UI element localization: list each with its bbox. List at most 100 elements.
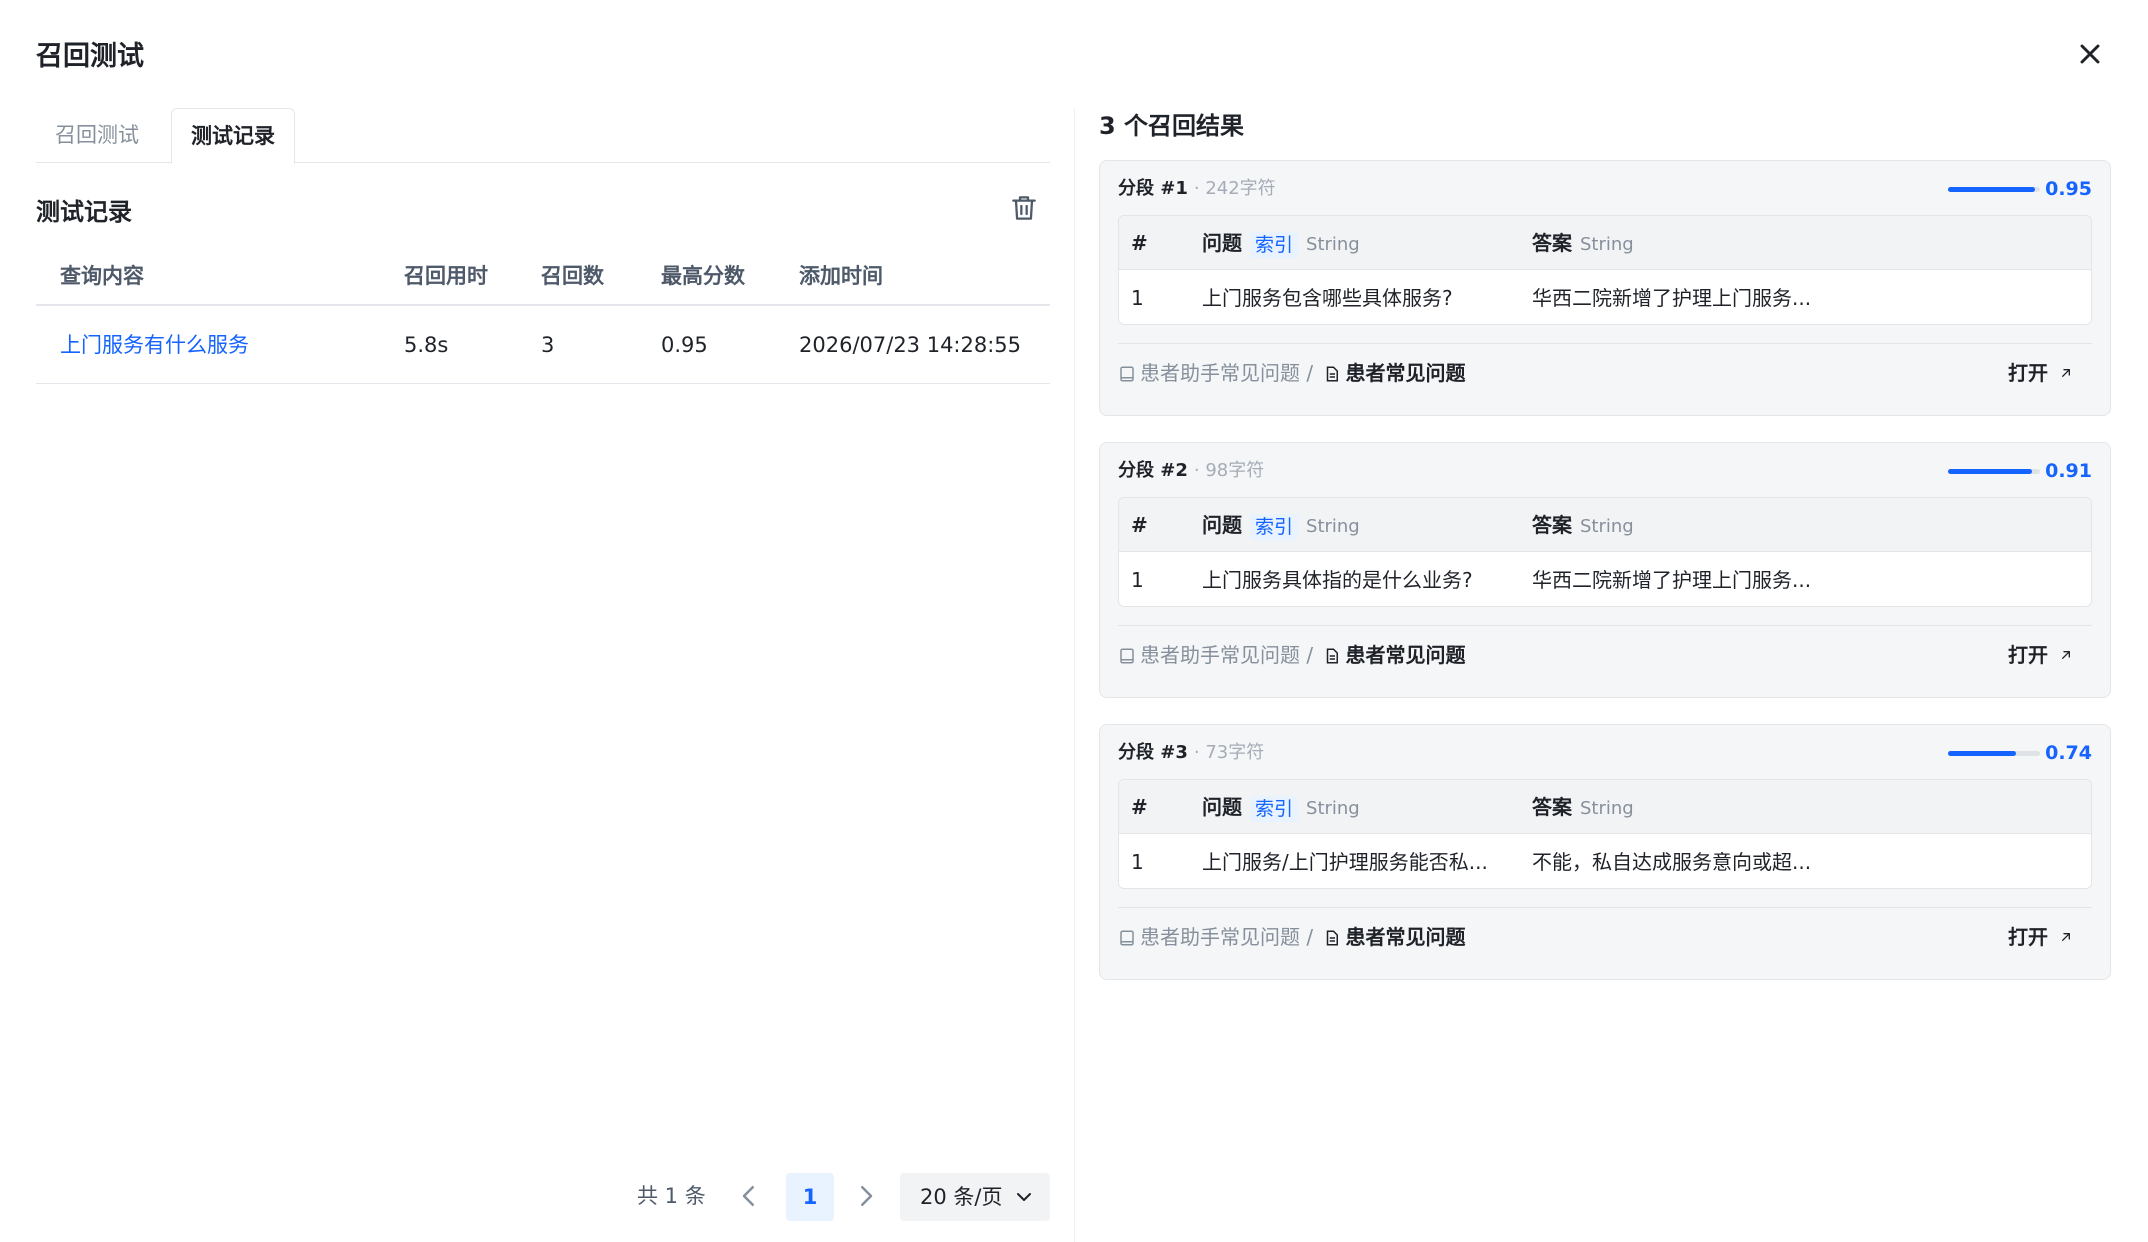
doc-name[interactable]: 患者常见问题 xyxy=(1345,643,1465,667)
result-card: 分段 #1 · 242字符 0.95 # 问题 索引 String 答案 String … xyxy=(1099,160,2111,416)
row-num: 1 xyxy=(1131,850,1144,874)
segment-footer: 患者助手常见问题 / 患者常见问题 打开 xyxy=(1118,907,2092,963)
records-panel: 召回测试 测试记录 测试记录 查询内容 召回用时 召回数 最高分数 添加时间 上… xyxy=(36,108,1050,1228)
col-question: 问题 索引 String xyxy=(1202,231,1360,258)
prev-page-button[interactable] xyxy=(734,1181,764,1211)
score-indicator: 0.91 xyxy=(1932,459,2092,483)
score-bar xyxy=(1948,751,2040,756)
answer-type: String xyxy=(1580,234,1634,255)
question-type: String xyxy=(1306,798,1360,819)
answer-cell: 华西二院新增了护理上门服务... xyxy=(1532,568,1812,592)
col-query: 查询内容 xyxy=(60,264,144,288)
page-size-value: 20 条/页 xyxy=(920,1185,1003,1209)
external-link-icon xyxy=(2062,369,2070,377)
external-link-icon xyxy=(2062,651,2070,659)
open-button[interactable]: 打开 xyxy=(2008,640,2074,670)
query-link[interactable]: 上门服务有什么服务 xyxy=(60,306,249,384)
question-cell: 上门服务具体指的是什么业务? xyxy=(1202,568,1473,592)
score-fill xyxy=(1948,469,2032,474)
book-icon xyxy=(1120,648,1134,664)
tab-bar: 召回测试 测试记录 xyxy=(36,108,1050,164)
chevron-left-icon xyxy=(742,1186,754,1206)
result-card: 分段 #3 · 73字符 0.74 # 问题 索引 String 答案 String 1… xyxy=(1099,724,2111,980)
added-at-cell: 2026/07/23 14:28:55 xyxy=(799,333,1022,357)
segment-label: 分段 #3 xyxy=(1118,742,1188,763)
doc-name[interactable]: 患者常见问题 xyxy=(1345,925,1465,949)
source-breadcrumb: 患者助手常见问题 / 患者常见问题 xyxy=(1118,922,1465,952)
panel-divider xyxy=(1074,108,1075,1242)
close-button[interactable] xyxy=(2074,38,2106,70)
document-icon xyxy=(1327,648,1339,664)
answer-type: String xyxy=(1580,798,1634,819)
page-number-current[interactable]: 1 xyxy=(786,1173,834,1221)
col-answer: 答案 String xyxy=(1532,231,1634,255)
score-bar xyxy=(1948,187,2040,192)
doc-name[interactable]: 患者常见问题 xyxy=(1345,361,1465,385)
trash-icon xyxy=(1012,196,1036,220)
score-fill xyxy=(1948,751,2017,756)
pagination: 共 1 条 1 20 条/页 xyxy=(36,1171,1050,1221)
results-panel: 3 个召回结果 分段 #1 · 242字符 0.95 # 问题 索引 String 答… xyxy=(1099,108,2111,1228)
result-card: 分段 #2 · 98字符 0.91 # 问题 索引 String 答案 String 1… xyxy=(1099,442,2111,698)
index-tag: 索引 xyxy=(1250,795,1299,822)
score-value: 0.95 xyxy=(2045,178,2092,200)
question-type: String xyxy=(1306,516,1360,537)
segment-table-header: # 问题 索引 String 答案 String xyxy=(1119,780,2091,834)
score-value: 0.91 xyxy=(2045,460,2092,482)
open-button[interactable]: 打开 xyxy=(2008,358,2074,388)
col-top-score: 最高分数 xyxy=(661,264,745,288)
document-icon xyxy=(1327,366,1339,382)
clear-records-button[interactable] xyxy=(1008,192,1040,224)
answer-cell: 华西二院新增了护理上门服务... xyxy=(1532,286,1812,310)
segment-row: 1 上门服务具体指的是什么业务? 华西二院新增了护理上门服务... xyxy=(1119,553,2091,606)
kb-name[interactable]: 患者助手常见问题 xyxy=(1140,643,1300,667)
answer-type: String xyxy=(1580,516,1634,537)
kb-name[interactable]: 患者助手常见问题 xyxy=(1140,361,1300,385)
col-num: # xyxy=(1131,795,1148,819)
recall-test-modal: 召回测试 召回测试 测试记录 测试记录 查询内容 召回用时 召回数 最高分数 添… xyxy=(0,0,2148,1242)
chevron-down-icon xyxy=(1017,1193,1031,1201)
external-link-icon xyxy=(2062,933,2070,941)
source-breadcrumb: 患者助手常见问题 / 患者常见问题 xyxy=(1118,640,1465,670)
book-icon xyxy=(1120,930,1134,946)
segment-table-header: # 问题 索引 String 答案 String xyxy=(1119,498,2091,552)
segment-table: # 问题 索引 String 答案 String 1 上门服务具体指的是什么业务? 华… xyxy=(1118,497,2092,607)
document-icon xyxy=(1327,930,1339,946)
segment-chars: · 242字符 xyxy=(1193,178,1276,199)
score-indicator: 0.74 xyxy=(1932,741,2092,765)
segment-row: 1 上门服务/上门护理服务能否私... 不能，私自达成服务意向或超... xyxy=(1119,835,2091,888)
count-cell: 3 xyxy=(541,333,555,357)
segment-footer: 患者助手常见问题 / 患者常见问题 打开 xyxy=(1118,625,2092,681)
index-tag: 索引 xyxy=(1250,231,1299,258)
segment-chars: · 73字符 xyxy=(1193,742,1265,763)
crumb-separator: / xyxy=(1306,643,1314,667)
col-num: # xyxy=(1131,513,1148,537)
next-page-button[interactable] xyxy=(851,1181,881,1211)
col-num: # xyxy=(1131,231,1148,255)
segment-header: 分段 #3 · 73字符 xyxy=(1118,741,1264,765)
segment-header: 分段 #2 · 98字符 xyxy=(1118,459,1264,483)
book-icon xyxy=(1120,366,1134,382)
segment-table: # 问题 索引 String 答案 String 1 上门服务/上门护理服务能否私..… xyxy=(1118,779,2092,889)
segment-table-header: # 问题 索引 String 答案 String xyxy=(1119,216,2091,270)
segment-row: 1 上门服务包含哪些具体服务? 华西二院新增了护理上门服务... xyxy=(1119,271,2091,324)
page-size-select[interactable]: 20 条/页 xyxy=(900,1173,1050,1221)
duration-cell: 5.8s xyxy=(404,333,449,357)
col-question: 问题 索引 String xyxy=(1202,513,1360,540)
table-row[interactable]: 上门服务有什么服务 5.8s 3 0.95 2026/07/23 14:28:5… xyxy=(36,306,1050,384)
tab-test-records[interactable]: 测试记录 xyxy=(171,108,295,164)
kb-name[interactable]: 患者助手常见问题 xyxy=(1140,925,1300,949)
results-title: 3 个召回结果 xyxy=(1099,112,1245,140)
row-num: 1 xyxy=(1131,286,1144,310)
open-button[interactable]: 打开 xyxy=(2008,922,2074,952)
score-value: 0.74 xyxy=(2045,742,2092,764)
col-answer: 答案 String xyxy=(1532,795,1634,819)
segment-table: # 问题 索引 String 答案 String 1 上门服务包含哪些具体服务? 华西… xyxy=(1118,215,2092,325)
row-num: 1 xyxy=(1131,568,1144,592)
tab-recall-test[interactable]: 召回测试 xyxy=(36,108,158,163)
records-table: 查询内容 召回用时 召回数 最高分数 添加时间 上门服务有什么服务 5.8s 3… xyxy=(36,246,1050,384)
col-question: 问题 索引 String xyxy=(1202,795,1360,822)
answer-cell: 不能，私自达成服务意向或超... xyxy=(1532,850,1812,874)
col-duration: 召回用时 xyxy=(404,264,488,288)
top-score-cell: 0.95 xyxy=(661,333,708,357)
